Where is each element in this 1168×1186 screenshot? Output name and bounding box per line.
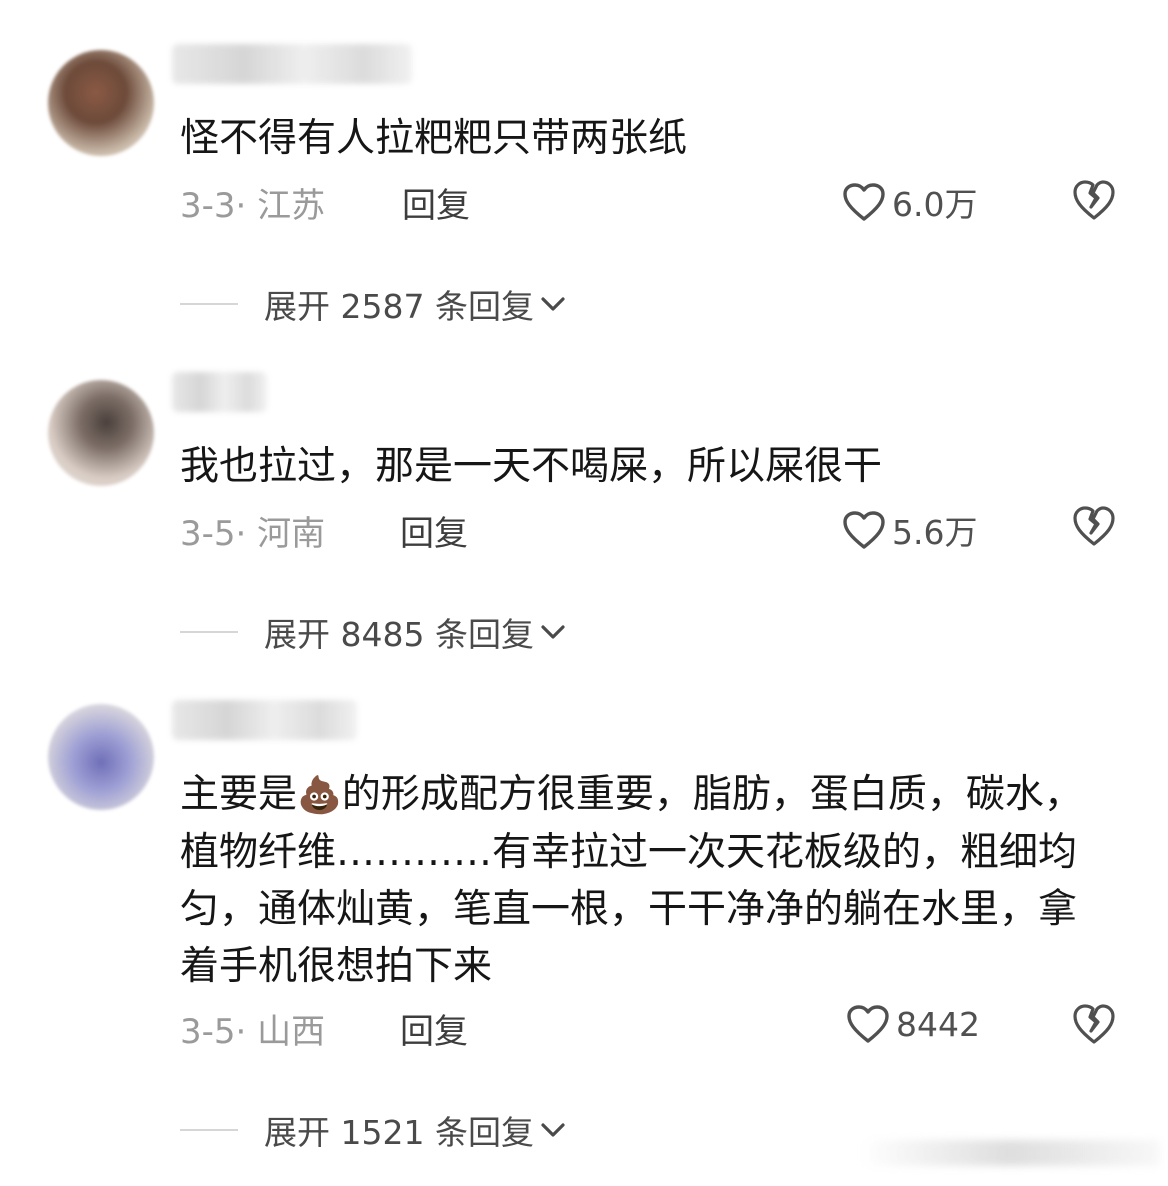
comment-text: 主要是💩的形成配方很重要，脂肪，蛋白质，碳水，植物纤维…………有幸拉过一次天花板…: [180, 766, 1110, 995]
broken-heart-icon[interactable]: [1072, 1002, 1116, 1046]
expand-replies-label: 展开 1521 条回复: [264, 1113, 534, 1152]
reply-button[interactable]: 回复: [400, 1004, 468, 1053]
expand-replies-button[interactable]: 展开 1521 条回复: [180, 1106, 568, 1154]
expand-replies-label: 展开 8485 条回复: [264, 615, 534, 654]
comment-meta: 3-5· 山西: [180, 1012, 326, 1052]
comment-meta: 3-3· 江苏: [180, 186, 326, 226]
reply-button[interactable]: 回复: [400, 506, 468, 555]
comment-text: 怪不得有人拉粑粑只带两张纸: [180, 116, 688, 161]
expand-replies-button[interactable]: 展开 8485 条回复: [180, 608, 568, 656]
like-button[interactable]: 8442: [846, 1004, 980, 1044]
comment-text-part: 主要是: [180, 772, 298, 817]
like-count: 6.0万: [892, 185, 978, 224]
like-count: 8442: [896, 1004, 980, 1044]
divider-line: [180, 631, 238, 633]
heart-outline-icon: [847, 1005, 889, 1043]
like-button[interactable]: 5.6万: [842, 506, 977, 554]
watermark: [860, 1140, 1160, 1166]
comment-meta: 3-5· 河南: [180, 514, 326, 554]
reply-button[interactable]: 回复: [402, 178, 470, 227]
chevron-down-icon: [541, 625, 565, 639]
heart-outline-icon: [843, 511, 885, 549]
broken-heart-icon[interactable]: [1072, 178, 1116, 222]
heart-outline-icon: [843, 183, 885, 221]
username-blurred[interactable]: [172, 700, 357, 740]
avatar[interactable]: [48, 704, 154, 810]
expand-replies-button[interactable]: 展开 2587 条回复: [180, 280, 568, 328]
poop-emoji: 💩: [297, 775, 342, 816]
like-count: 5.6万: [892, 513, 978, 552]
chevron-down-icon: [541, 297, 565, 311]
divider-line: [180, 1129, 238, 1131]
avatar[interactable]: [48, 50, 154, 156]
avatar[interactable]: [48, 380, 154, 486]
comment-text: 我也拉过，那是一天不喝屎，所以屎很干: [180, 444, 883, 489]
username-blurred[interactable]: [172, 372, 267, 412]
chevron-down-icon: [541, 1123, 565, 1137]
divider-line: [180, 303, 238, 305]
expand-replies-label: 展开 2587 条回复: [264, 287, 534, 326]
like-button[interactable]: 6.0万: [842, 178, 977, 226]
username-blurred[interactable]: [172, 44, 412, 84]
broken-heart-icon[interactable]: [1072, 504, 1116, 548]
